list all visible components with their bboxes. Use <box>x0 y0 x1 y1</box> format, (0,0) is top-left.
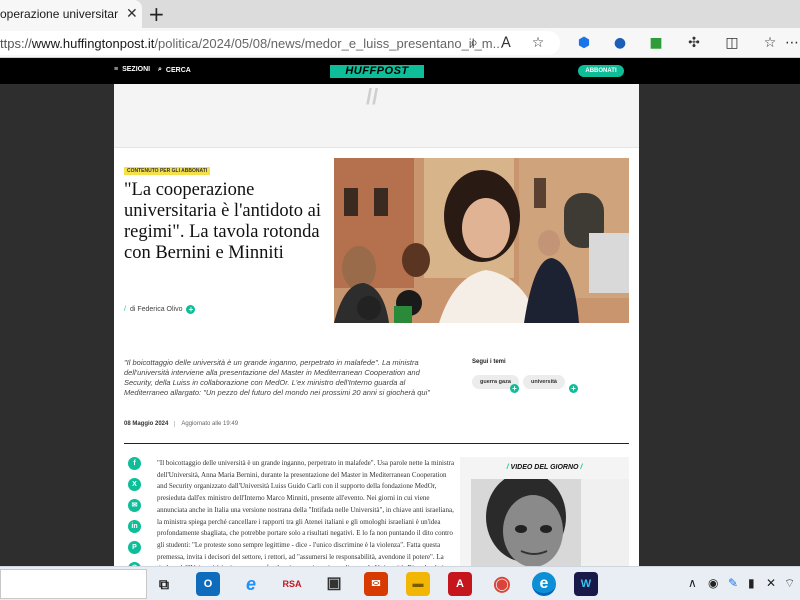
acrobat-icon[interactable]: A <box>448 572 472 596</box>
video-title: / VIDEO DEL GIORNO / <box>460 464 629 471</box>
sections-label: SEZIONI <box>122 66 151 73</box>
huffpost-logo[interactable]: HUFFPOST <box>330 65 424 78</box>
mute-icon[interactable]: ✕ <box>766 576 776 590</box>
taskbar-search[interactable] <box>0 569 147 599</box>
url-host: www.huffingtonpost.it <box>31 35 155 51</box>
follow-author-icon[interactable]: + <box>186 305 196 314</box>
video-title-text: VIDEO DEL GIORNO <box>510 464 579 471</box>
follow-topic-icon[interactable]: + <box>510 384 519 393</box>
browser-tab-active[interactable]: operazione universitaria è l ✕ <box>0 0 142 28</box>
new-tab-button[interactable]: + <box>148 2 165 26</box>
url-path: /politica/2024/05/08/news/medor_e_luiss_… <box>154 35 504 51</box>
url-scheme: ttps:// <box>0 35 32 51</box>
article-headline: "La cooperazione universitaria è l'antid… <box>124 180 322 263</box>
favorite-star-icon[interactable]: ☆ <box>530 35 546 51</box>
video-thumbnail[interactable] <box>471 479 629 566</box>
follow-topic-icon[interactable]: + <box>569 384 578 393</box>
author-name[interactable]: di Federica Olivo <box>130 306 183 313</box>
web-page: ≡ SEZIONI ⌕ CERCA HUFFPOST ABBONATI // C… <box>0 58 800 566</box>
search-label: CERCA <box>165 66 191 74</box>
facebook-icon[interactable]: f <box>128 457 141 470</box>
extension-drop-icon[interactable]: ● <box>612 35 628 51</box>
video-of-the-day: / VIDEO DEL GIORNO / <box>460 457 629 566</box>
topic-guerra-gaza[interactable]: guerra gaza + <box>472 375 519 393</box>
email-icon[interactable]: ✉ <box>128 499 141 512</box>
ad-placeholder: // <box>114 84 639 148</box>
byline-slash-icon: / <box>124 306 126 313</box>
read-aloud-icon[interactable]: A <box>498 35 514 51</box>
extension-green-icon[interactable]: ■ <box>648 35 664 51</box>
pinterest-icon[interactable]: P <box>128 541 141 554</box>
premium-tag: CONTENUTO PER GLI ABBONATI <box>124 167 211 175</box>
topic-universita[interactable]: università + <box>523 375 578 393</box>
share-bar: f X ✉ in P ✆ <box>128 457 142 566</box>
hamburger-icon: ≡ <box>114 66 119 73</box>
record-icon[interactable]: ◉ <box>708 576 718 590</box>
more-icon[interactable]: ⋯ <box>784 35 800 51</box>
search-icon: ⌕ <box>158 66 162 73</box>
linkedin-icon[interactable]: in <box>128 520 141 533</box>
wifi-icon[interactable]: ⌔ <box>784 576 795 591</box>
section-divider <box>124 443 629 444</box>
hero-photo <box>334 158 629 323</box>
webex-icon[interactable]: W <box>574 572 598 596</box>
favorites-icon[interactable]: ☆ <box>762 35 778 51</box>
browser-toolbar: ttps://www.huffingtonpost.it/politica/20… <box>0 28 800 58</box>
split-screen-icon[interactable]: ◫ <box>724 35 740 51</box>
tab-strip: operazione universitaria è l ✕ + <box>0 0 800 28</box>
task-view-icon[interactable]: ⧉ <box>152 572 176 596</box>
internet-explorer-icon[interactable]: e <box>239 572 263 596</box>
dateline: 08 Maggio 2024 Aggiornato alle 19:49 <box>124 421 238 427</box>
topic-label: guerra gaza <box>480 379 511 385</box>
video-thumbnail-photo <box>471 479 629 566</box>
app-red-icon[interactable]: ✉ <box>364 572 388 596</box>
x-icon[interactable]: X <box>128 478 141 491</box>
topics-title: Segui i temi <box>472 359 506 365</box>
video-title-slash-right: / <box>578 464 583 471</box>
zoom-icon[interactable]: ⌕ <box>466 35 482 51</box>
publish-date: 08 Maggio 2024 <box>124 421 169 427</box>
taskbar: ⧉ O e RSA ▣ ✉ ▬ A ◉ e W ∧ ◉ ✎ ▮ ✕ ⌔ <box>0 566 800 600</box>
article-body: "Il boicottaggio delle università è un g… <box>157 459 455 566</box>
app-monitor-icon[interactable]: ▣ <box>322 572 346 596</box>
tab-title: operazione universitaria è l <box>0 7 118 21</box>
device-icon[interactable]: ▮ <box>748 576 755 590</box>
file-explorer-icon[interactable]: ▬ <box>406 572 430 596</box>
article-standfirst: "Il boicottaggio delle università è un g… <box>124 358 430 397</box>
chevron-up-icon[interactable]: ∧ <box>688 576 697 590</box>
rsa-icon[interactable]: RSA <box>280 572 304 596</box>
article-container: // CONTENUTO PER GLI ABBONATI "La cooper… <box>114 84 639 566</box>
updated-time: Aggiornato alle 19:49 <box>174 421 238 427</box>
sections-menu-button[interactable]: ≡ SEZIONI <box>114 66 150 73</box>
extension-blue-icon[interactable]: ⬢ <box>576 35 592 51</box>
hero-image[interactable] <box>334 158 629 323</box>
subscribe-button[interactable]: ABBONATI <box>578 65 624 77</box>
site-navbar: ≡ SEZIONI ⌕ CERCA HUFFPOST ABBONATI <box>0 58 800 84</box>
ad-mark: // <box>366 84 379 109</box>
search-button[interactable]: ⌕ CERCA <box>158 66 191 74</box>
topic-label: università <box>531 379 557 385</box>
edge-icon[interactable]: e <box>532 572 556 596</box>
byline: / di Federica Olivo + <box>124 305 196 314</box>
outlook-icon[interactable]: O <box>196 572 220 596</box>
tab-close-icon[interactable]: ✕ <box>126 5 138 22</box>
chrome-icon[interactable]: ◉ <box>490 572 514 596</box>
extensions-puzzle-icon[interactable]: ✣ <box>686 35 702 51</box>
pen-icon[interactable]: ✎ <box>728 576 738 590</box>
